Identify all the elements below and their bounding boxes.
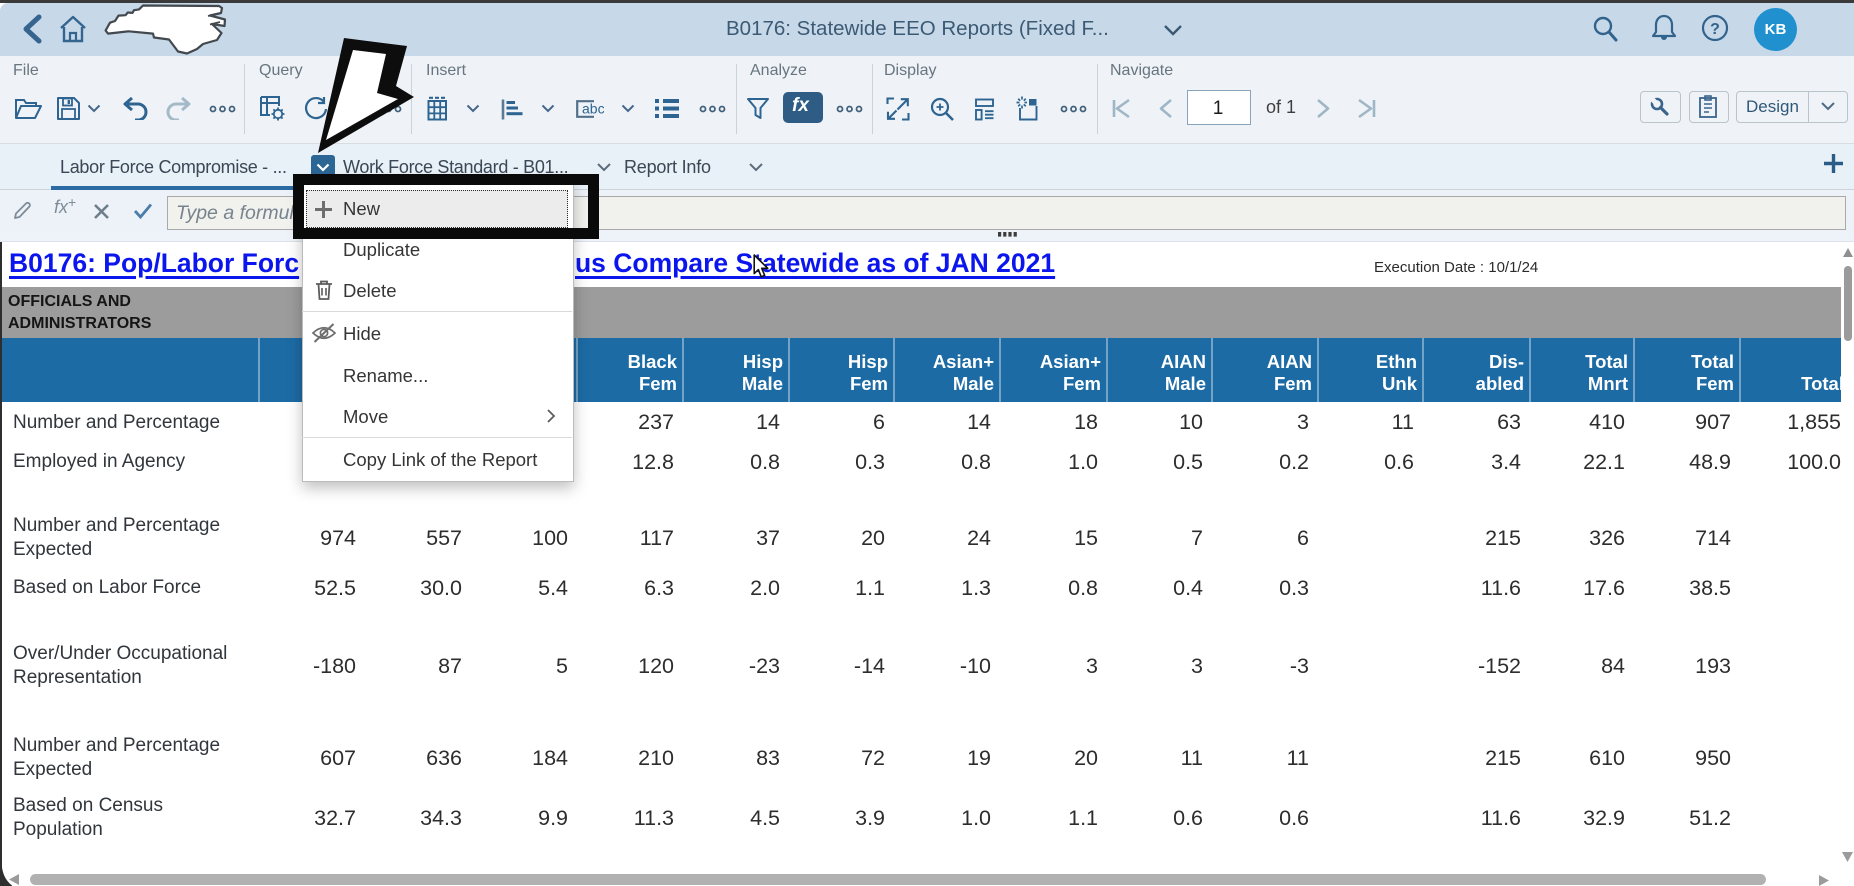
svg-text:?: ? (1710, 21, 1720, 38)
svg-text:abc: abc (582, 101, 604, 117)
